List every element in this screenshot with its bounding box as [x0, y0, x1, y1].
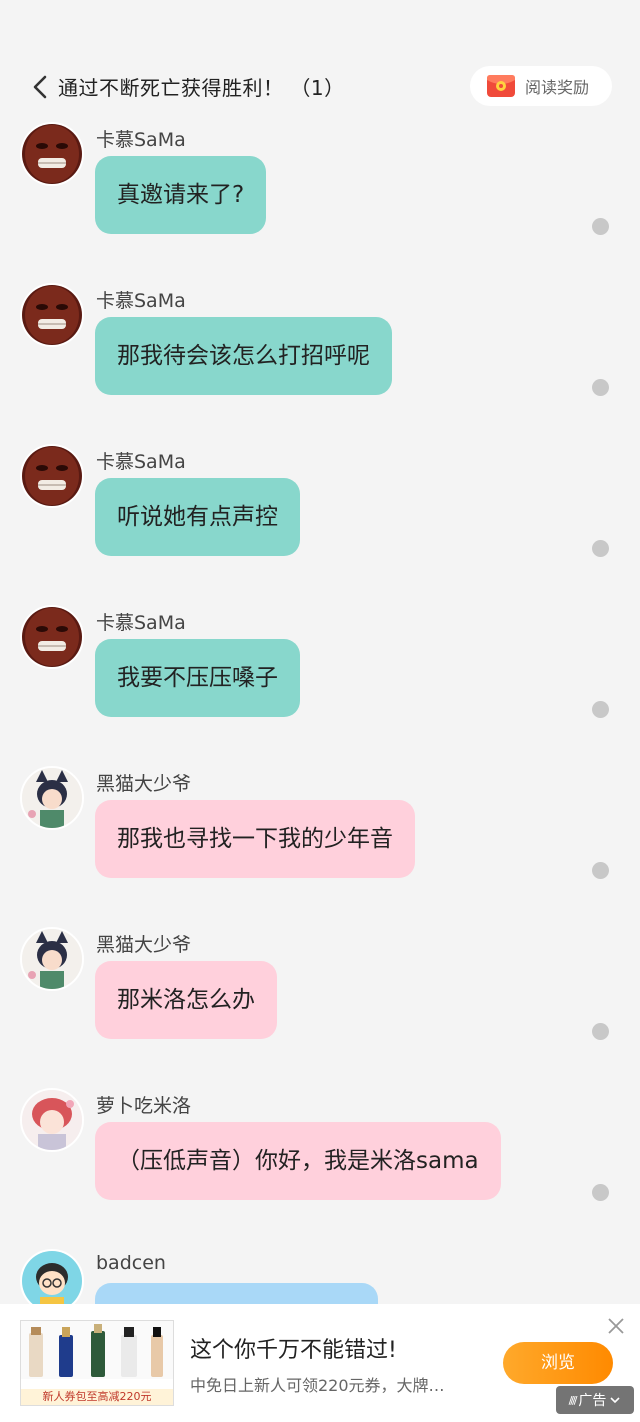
anime-redhair-icon [22, 1090, 82, 1150]
red-envelope-icon [487, 75, 515, 97]
meme-face-icon [22, 446, 82, 506]
cosmetics-bottles-icon [21, 1324, 173, 1391]
message-item: 黑猫大少爷 那我也寻找一下我的少年音 [0, 766, 640, 916]
read-status-dot [592, 540, 609, 557]
top-bar: 通过不断死亡获得胜利！ （1） 阅读奖励 [0, 60, 640, 116]
message-bubble[interactable]: 那我待会该怎么打招呼呢 [95, 317, 392, 395]
ad-image-caption: 新人券包至高减220元 [21, 1389, 173, 1405]
message-bubble[interactable]: 那我也寻找一下我的少年音 [95, 800, 415, 878]
sender-name: 卡慕SaMa [96, 290, 186, 312]
read-status-dot [592, 1023, 609, 1040]
message-bubble[interactable]: 听说她有点声控 [95, 478, 300, 556]
message-item: 萝卜吃米洛 （压低声音）你好，我是米洛sama [0, 1088, 640, 1238]
anime-catboy-icon [22, 768, 82, 828]
anime-catboy-icon [22, 929, 82, 989]
message-item: 卡慕SaMa 真邀请来了? [0, 122, 640, 272]
reading-reward-button[interactable]: 阅读奖励 [470, 66, 612, 106]
sender-name: 卡慕SaMa [96, 451, 186, 473]
sender-name: 黑猫大少爷 [96, 934, 192, 956]
read-status-dot [592, 1184, 609, 1201]
chat-title: 通过不断死亡获得胜利！ （1） [58, 76, 345, 100]
ad-brand-icon: //// [568, 1393, 578, 1407]
meme-face-icon [22, 124, 82, 184]
close-icon[interactable] [606, 1316, 626, 1336]
back-arrow-icon[interactable] [28, 74, 54, 100]
read-status-dot [592, 379, 609, 396]
message-item: 黑猫大少爷 那米洛怎么办 [0, 927, 640, 1077]
meme-face-icon [22, 285, 82, 345]
sender-name: 萝卜吃米洛 [96, 1095, 192, 1117]
avatar[interactable] [20, 927, 84, 991]
ad-description: 中免日上新人可领220元券，大牌… [190, 1376, 445, 1395]
message-bubble[interactable]: 那米洛怎么办 [95, 961, 277, 1039]
sender-name: 卡慕SaMa [96, 129, 186, 151]
reading-reward-label: 阅读奖励 [525, 78, 590, 97]
avatar[interactable] [20, 283, 84, 347]
avatar[interactable] [20, 605, 84, 669]
ad-product-image[interactable]: 新人券包至高减220元 [20, 1320, 174, 1406]
message-bubble[interactable]: （压低声音）你好，我是米洛sama [95, 1122, 501, 1200]
avatar[interactable] [20, 766, 84, 830]
ad-banner[interactable]: 新人券包至高减220元 这个你千万不能错过! 中免日上新人可领220元券，大牌…… [0, 1304, 640, 1422]
avatar[interactable] [20, 444, 84, 508]
meme-face-icon [22, 607, 82, 667]
ad-badge[interactable]: //// 广告 [556, 1386, 634, 1414]
message-item: badcen [0, 1249, 640, 1304]
message-bubble[interactable]: 我要不压压嗓子 [95, 639, 300, 717]
avatar[interactable] [20, 1249, 84, 1304]
sender-name: badcen [96, 1252, 166, 1274]
avatar[interactable] [20, 122, 84, 186]
sender-name: 黑猫大少爷 [96, 773, 192, 795]
chevron-down-icon [610, 1397, 620, 1404]
avatar[interactable] [20, 1088, 84, 1152]
cartoon-boy-icon [22, 1251, 82, 1304]
ad-title: 这个你千万不能错过! [190, 1338, 397, 1363]
ad-browse-button[interactable]: 浏览 [503, 1342, 613, 1384]
ad-badge-label: 广告 [578, 1393, 607, 1409]
chat-screen: 通过不断死亡获得胜利！ （1） 阅读奖励 卡慕SaMa 真邀请来了? 卡慕SaM… [0, 0, 640, 1422]
message-item: 卡慕SaMa 那我待会该怎么打招呼呢 [0, 283, 640, 433]
message-item: 卡慕SaMa 我要不压压嗓子 [0, 605, 640, 755]
read-status-dot [592, 701, 609, 718]
message-bubble[interactable]: 真邀请来了? [95, 156, 267, 234]
sender-name: 卡慕SaMa [96, 612, 186, 634]
read-status-dot [592, 862, 609, 879]
read-status-dot [592, 218, 609, 235]
message-bubble[interactable] [95, 1283, 378, 1304]
message-item: 卡慕SaMa 听说她有点声控 [0, 444, 640, 594]
